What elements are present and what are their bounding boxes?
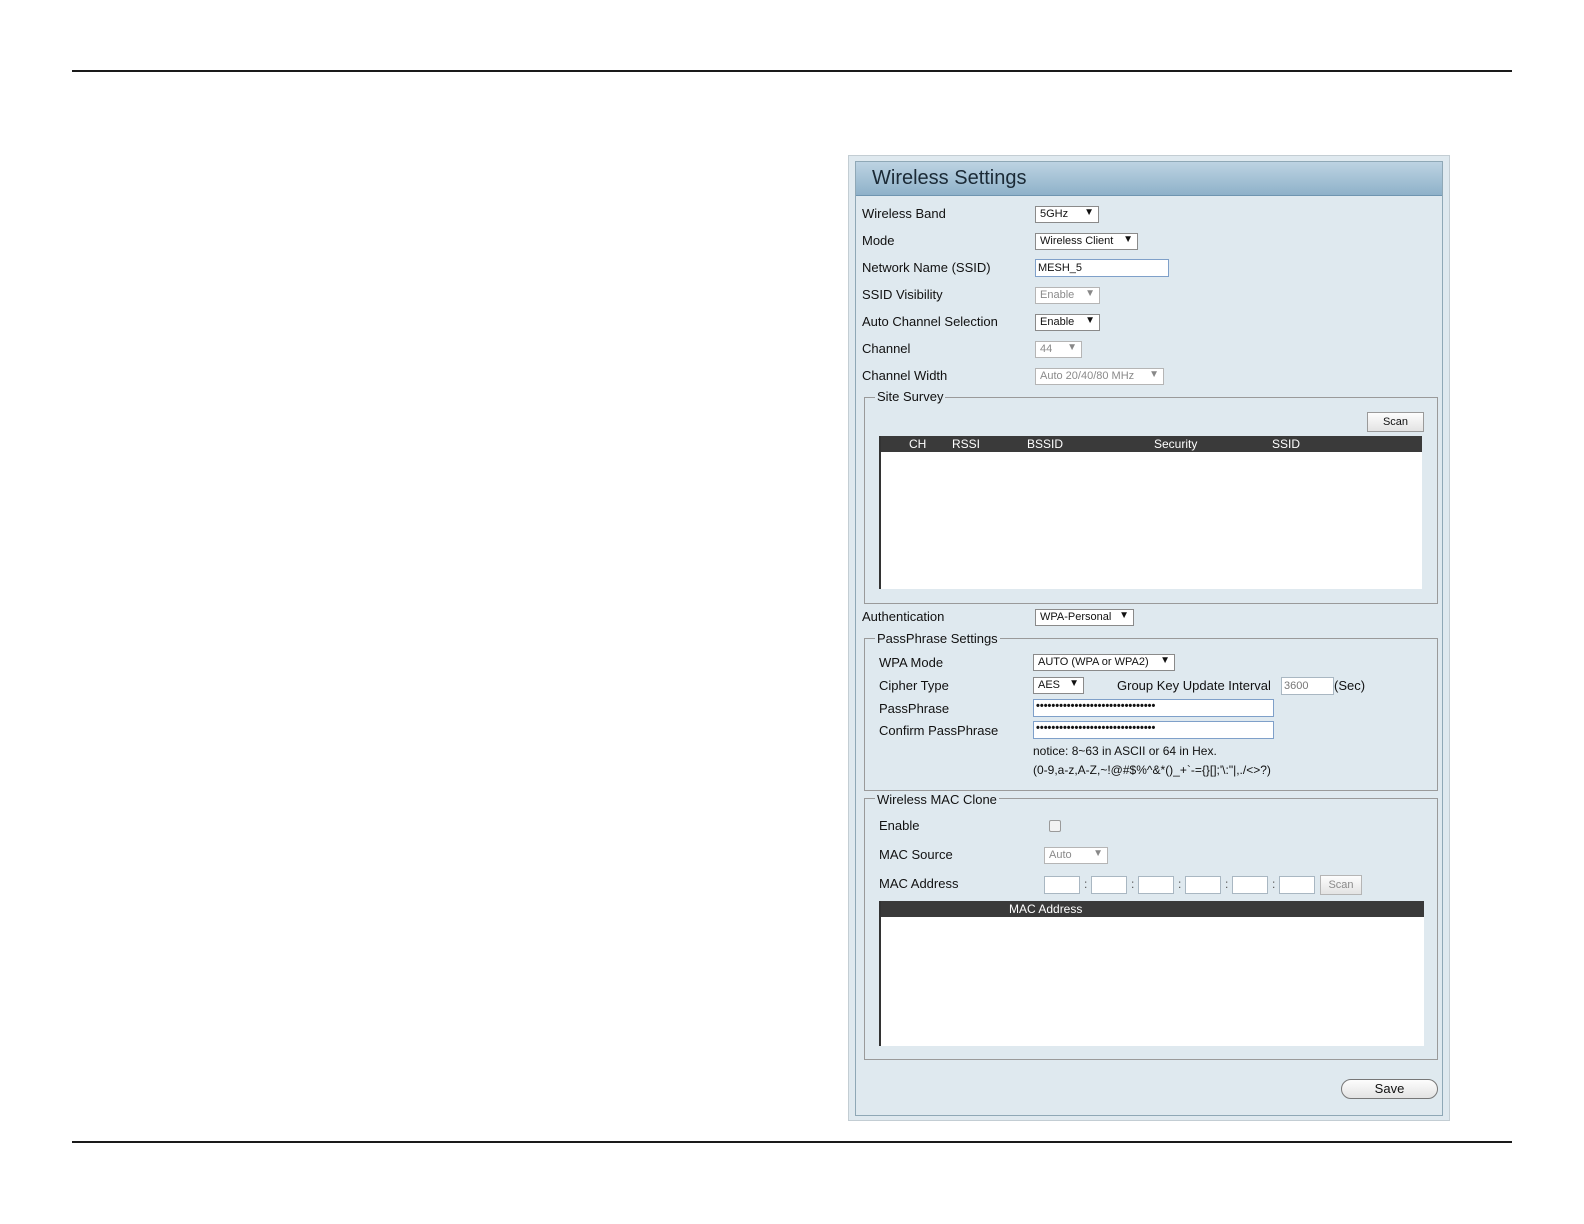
wireless-settings-panel: Wireless Settings Wireless Band 5GHz ▼ M… bbox=[848, 155, 1450, 1121]
cipher-type-value: AES bbox=[1038, 679, 1061, 691]
authentication-value: WPA-Personal bbox=[1040, 611, 1112, 623]
chevron-down-icon: ▼ bbox=[1160, 655, 1170, 666]
chevron-down-icon: ▼ bbox=[1067, 342, 1077, 353]
wireless-mac-clone-legend: Wireless MAC Clone bbox=[875, 792, 999, 807]
wireless-band-value: 5GHz bbox=[1040, 208, 1069, 220]
authentication-select[interactable]: WPA-Personal ▼ bbox=[1035, 609, 1134, 626]
mac-separator: : bbox=[1178, 877, 1182, 891]
mac-octet-6-input[interactable] bbox=[1279, 876, 1315, 894]
chevron-down-icon: ▼ bbox=[1119, 610, 1129, 621]
site-survey-scan-button[interactable]: Scan bbox=[1367, 412, 1424, 432]
passphrase-input[interactable]: ••••••••••••••••••••••••••••••• bbox=[1033, 699, 1274, 717]
column-header-ssid: SSID bbox=[1272, 437, 1301, 451]
mode-label: Mode bbox=[862, 233, 895, 248]
mac-octet-3-input[interactable] bbox=[1138, 876, 1174, 894]
mac-scan-button[interactable]: Scan bbox=[1320, 875, 1362, 895]
confirm-passphrase-input[interactable]: ••••••••••••••••••••••••••••••• bbox=[1033, 721, 1274, 739]
channel-width-label: Channel Width bbox=[862, 368, 948, 383]
column-header-bssid: BSSID bbox=[1027, 437, 1064, 451]
site-survey-legend: Site Survey bbox=[875, 389, 946, 404]
mac-address-table-header: MAC Address bbox=[881, 901, 1424, 917]
channel-select[interactable]: 44 ▼ bbox=[1035, 341, 1082, 358]
site-survey-table: CH RSSI BSSID Security SSID bbox=[879, 436, 1422, 589]
auto-channel-select[interactable]: Enable ▼ bbox=[1035, 314, 1100, 331]
passphrase-notice: notice: 8~63 in ASCII or 64 in Hex. bbox=[1033, 744, 1217, 758]
channel-width-select[interactable]: Auto 20/40/80 MHz ▼ bbox=[1035, 368, 1164, 385]
mode-select[interactable]: Wireless Client ▼ bbox=[1035, 233, 1138, 250]
bottom-divider bbox=[72, 1141, 1512, 1143]
cipher-type-select[interactable]: AES ▼ bbox=[1033, 677, 1084, 694]
site-survey-table-header: CH RSSI BSSID Security SSID bbox=[881, 436, 1422, 452]
ssid-visibility-label: SSID Visibility bbox=[862, 287, 943, 302]
chevron-down-icon: ▼ bbox=[1149, 369, 1159, 380]
authentication-label: Authentication bbox=[862, 609, 945, 624]
wireless-band-select[interactable]: 5GHz ▼ bbox=[1035, 206, 1099, 223]
wpa-mode-label: WPA Mode bbox=[879, 655, 944, 670]
passphrase-label: PassPhrase bbox=[879, 701, 950, 716]
mac-source-value: Auto bbox=[1049, 849, 1072, 861]
mac-octet-2-input[interactable] bbox=[1091, 876, 1127, 894]
channel-label: Channel bbox=[862, 341, 911, 356]
mac-address-table: MAC Address bbox=[879, 901, 1424, 1046]
mac-octet-5-input[interactable] bbox=[1232, 876, 1268, 894]
chevron-down-icon: ▼ bbox=[1085, 288, 1095, 299]
mac-source-label: MAC Source bbox=[879, 847, 953, 862]
mac-address-label: MAC Address bbox=[879, 876, 959, 891]
passphrase-allowed-characters: (0-9,a-z,A-Z,~!@#$%^&*()_+`-={}[];'\:"|,… bbox=[1033, 763, 1271, 777]
panel-title: Wireless Settings bbox=[872, 167, 1027, 189]
mode-value: Wireless Client bbox=[1040, 235, 1114, 247]
column-header-ch: CH bbox=[909, 437, 927, 451]
chevron-down-icon: ▼ bbox=[1069, 678, 1079, 689]
mac-separator: : bbox=[1272, 877, 1276, 891]
passphrase-settings-legend: PassPhrase Settings bbox=[875, 631, 1000, 646]
mac-octet-4-input[interactable] bbox=[1185, 876, 1221, 894]
confirm-passphrase-label: Confirm PassPhrase bbox=[879, 723, 999, 738]
chevron-down-icon: ▼ bbox=[1085, 315, 1095, 326]
panel-header: Wireless Settings bbox=[856, 162, 1442, 196]
channel-width-value: Auto 20/40/80 MHz bbox=[1040, 370, 1135, 382]
chevron-down-icon: ▼ bbox=[1084, 207, 1094, 218]
chevron-down-icon: ▼ bbox=[1123, 234, 1133, 245]
auto-channel-value: Enable bbox=[1040, 316, 1075, 328]
top-divider bbox=[72, 70, 1512, 72]
save-button[interactable]: Save bbox=[1341, 1079, 1438, 1099]
mac-octet-1-input[interactable] bbox=[1044, 876, 1080, 894]
channel-value: 44 bbox=[1040, 343, 1053, 355]
mac-separator: : bbox=[1084, 877, 1088, 891]
group-key-interval-input[interactable]: 3600 bbox=[1281, 677, 1334, 695]
mac-separator: : bbox=[1131, 877, 1135, 891]
mac-clone-enable-checkbox[interactable] bbox=[1049, 820, 1061, 832]
mac-source-select[interactable]: Auto ▼ bbox=[1044, 847, 1108, 864]
ssid-label: Network Name (SSID) bbox=[862, 260, 991, 275]
chevron-down-icon: ▼ bbox=[1093, 848, 1103, 859]
ssid-visibility-select[interactable]: Enable ▼ bbox=[1035, 287, 1100, 304]
auto-channel-label: Auto Channel Selection bbox=[862, 314, 998, 329]
group-key-interval-label: Group Key Update Interval bbox=[1117, 678, 1271, 693]
cipher-type-label: Cipher Type bbox=[879, 678, 949, 693]
column-header-security: Security bbox=[1154, 437, 1198, 451]
wireless-band-label: Wireless Band bbox=[862, 206, 946, 221]
column-header-mac-address: MAC Address bbox=[1009, 902, 1083, 916]
column-header-rssi: RSSI bbox=[952, 437, 981, 451]
ssid-visibility-value: Enable bbox=[1040, 289, 1075, 301]
mac-clone-enable-label: Enable bbox=[879, 818, 920, 833]
wpa-mode-value: AUTO (WPA or WPA2) bbox=[1038, 656, 1149, 668]
ssid-input[interactable]: MESH_5 bbox=[1035, 259, 1169, 277]
group-key-interval-unit: (Sec) bbox=[1334, 678, 1366, 693]
mac-separator: : bbox=[1225, 877, 1229, 891]
wpa-mode-select[interactable]: AUTO (WPA or WPA2) ▼ bbox=[1033, 654, 1175, 671]
